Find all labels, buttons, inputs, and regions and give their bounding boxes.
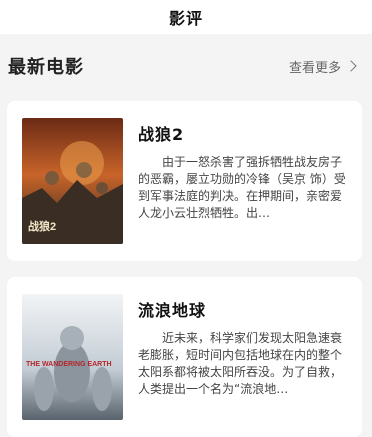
page-title: 影评 [168, 9, 203, 28]
poster-image: 战狼2 [22, 118, 123, 244]
see-more-link[interactable]: 查看更多 [289, 57, 358, 76]
see-more-label: 查看更多 [288, 60, 341, 76]
movie-title: 流浪地球 [138, 301, 207, 320]
movie-card[interactable]: 战狼2 战狼2 由于一怒杀害了强拆牺牲战友房子的恶霸，屡立功勋的冷锋（吴京 饰）… [7, 101, 362, 261]
poster-caption: THE WANDERING EARTH [26, 361, 112, 368]
movie-title: 战狼2 [138, 125, 185, 144]
nav-bar: 影评 [0, 0, 372, 34]
poster-caption: 战狼2 [28, 219, 56, 233]
movie-description: 由于一怒杀害了强拆牺牲战友房子的恶霸，屡立功勋的冷锋（吴京 饰）受到军事法庭的判… [138, 155, 346, 220]
section-title: 最新电影 [8, 57, 84, 78]
movie-description: 近未来，科学家们发现太阳急速衰老膨胀，短时间内包括地球在内的整个太阳系都将被太阳… [138, 331, 343, 396]
poster-image: THE WANDERING EARTH [22, 294, 123, 420]
movie-card[interactable]: THE WANDERING EARTH 流浪地球 近未来，科学家们发现太阳急速衰… [7, 277, 362, 437]
chevron-right-icon [345, 60, 357, 72]
movie-poster: THE WANDERING EARTH [22, 294, 123, 420]
movie-poster: 战狼2 [22, 118, 123, 244]
section-header: 最新电影 查看更多 [0, 34, 372, 98]
